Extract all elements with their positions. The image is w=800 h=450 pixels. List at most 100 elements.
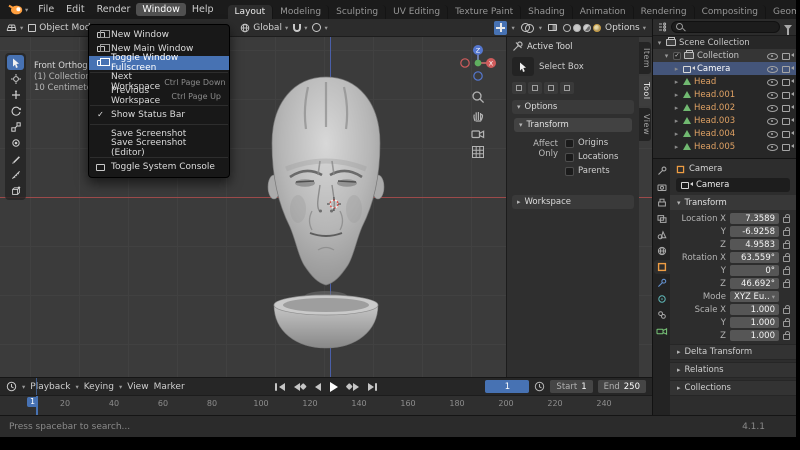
tool-measure-button[interactable]: [7, 167, 24, 182]
tab-physics-properties[interactable]: [654, 292, 670, 306]
scale-x-field[interactable]: 1.000: [730, 304, 779, 315]
breadcrumb-object-name[interactable]: Camera: [689, 164, 722, 174]
filter-icon[interactable]: [784, 24, 792, 35]
end-frame-field[interactable]: End 250: [597, 380, 646, 393]
outliner-row-head-003[interactable]: Head.003: [653, 114, 796, 127]
tab-compositing[interactable]: Compositing: [695, 5, 767, 19]
outliner-row-head-005[interactable]: Head.005: [653, 140, 796, 153]
lock-icon[interactable]: [783, 252, 790, 262]
lock-icon[interactable]: [783, 304, 790, 314]
disclosure-triangle[interactable]: [673, 77, 680, 87]
outliner-row-head[interactable]: Head: [653, 75, 796, 88]
collections-panel-header[interactable]: Collections: [670, 380, 796, 396]
disable-render-icon[interactable]: [782, 91, 794, 99]
zoom-icon[interactable]: [471, 90, 485, 104]
hide-viewport-icon[interactable]: [767, 51, 778, 60]
tool-rotate-button[interactable]: [7, 103, 24, 118]
disable-render-icon[interactable]: [782, 65, 794, 73]
scale-z-field[interactable]: 1.000: [730, 330, 779, 341]
tab-tool[interactable]: Tool: [639, 76, 651, 106]
lock-icon[interactable]: [783, 278, 790, 288]
tool-add-primitive-button[interactable]: [7, 183, 24, 198]
menu-render[interactable]: Render: [91, 3, 137, 16]
proportional-editing-button[interactable]: [312, 23, 327, 33]
tab-world-properties[interactable]: [654, 244, 670, 258]
select-mode-set-button[interactable]: [512, 82, 526, 94]
tab-constraint-properties[interactable]: [654, 308, 670, 322]
disclosure-triangle[interactable]: [673, 103, 680, 113]
tool-scale-button[interactable]: [7, 119, 24, 134]
disclosure-triangle[interactable]: [673, 90, 680, 100]
tab-item[interactable]: Item: [639, 42, 651, 75]
tab-layout[interactable]: Layout: [227, 5, 274, 19]
snap-toggle-button[interactable]: [293, 23, 307, 33]
tool-select-box-button[interactable]: [7, 55, 24, 70]
disable-render-icon[interactable]: [782, 52, 794, 60]
playhead[interactable]: 1: [27, 396, 39, 415]
rotation-z-field[interactable]: 46.692°: [730, 278, 779, 289]
outliner-row-scene-collection[interactable]: Scene Collection: [653, 36, 796, 49]
select-mode-subtract-button[interactable]: [544, 82, 558, 94]
hide-viewport-icon[interactable]: [767, 142, 778, 151]
tab-geometry-nodes[interactable]: Geomet: [766, 5, 796, 19]
timeline-ruler[interactable]: 20 40 60 80 100 120 140 160 180 200 220 …: [0, 395, 652, 415]
tool-annotate-button[interactable]: [7, 151, 24, 166]
pan-hand-icon[interactable]: [471, 109, 485, 123]
tab-output-properties[interactable]: [654, 196, 670, 210]
next-keyframe-button[interactable]: [344, 381, 362, 393]
rotation-y-field[interactable]: 0°: [730, 265, 779, 276]
shading-material-button[interactable]: [583, 23, 591, 32]
tab-object-properties[interactable]: [653, 260, 670, 274]
select-mode-extend-button[interactable]: [528, 82, 542, 94]
workspace-panel-header[interactable]: Workspace: [512, 195, 634, 209]
current-frame-field[interactable]: 1: [485, 380, 530, 393]
active-tool-selector[interactable]: Select Box: [512, 57, 634, 76]
menu-item-new-window[interactable]: New Window: [89, 28, 229, 42]
prev-keyframe-button[interactable]: [291, 381, 309, 393]
tab-modifier-properties[interactable]: [654, 276, 670, 290]
relations-panel-header[interactable]: Relations: [670, 362, 796, 378]
tab-tool-properties[interactable]: [654, 164, 670, 178]
tool-cursor-button[interactable]: [7, 71, 24, 86]
collection-checkbox[interactable]: [673, 51, 681, 60]
tab-view[interactable]: View: [639, 107, 651, 141]
tab-render-properties[interactable]: [654, 180, 670, 194]
tool-move-button[interactable]: [7, 87, 24, 102]
camera-view-icon[interactable]: [471, 128, 485, 140]
overlays-toggle-button[interactable]: [519, 21, 535, 35]
blender-logo-menu[interactable]: [4, 4, 32, 15]
checkbox[interactable]: [565, 152, 574, 162]
outliner-editor-icon[interactable]: [657, 22, 667, 32]
start-frame-field[interactable]: Start 1: [550, 380, 593, 393]
menu-view[interactable]: View: [127, 382, 148, 392]
menu-item-save-screenshot-editor[interactable]: Save Screenshot (Editor): [89, 138, 229, 158]
hide-viewport-icon[interactable]: [767, 129, 778, 138]
tab-object-data-properties[interactable]: [654, 324, 670, 338]
menu-window[interactable]: Window: [136, 3, 186, 16]
disable-render-icon[interactable]: [782, 143, 794, 151]
gizmo-toggle-button[interactable]: [494, 20, 508, 35]
tool-transform-button[interactable]: [7, 135, 24, 150]
tab-rendering[interactable]: Rendering: [634, 5, 695, 19]
editor-type-button[interactable]: [6, 22, 23, 33]
play-reverse-button[interactable]: [312, 381, 324, 393]
tab-shading[interactable]: Shading: [521, 5, 573, 19]
menu-edit[interactable]: Edit: [60, 3, 90, 16]
checkbox[interactable]: [565, 138, 574, 148]
scale-y-field[interactable]: 1.000: [730, 317, 779, 328]
disclosure-triangle[interactable]: [673, 64, 680, 74]
chevron-down-icon[interactable]: [539, 23, 542, 33]
menu-item-previous-workspace[interactable]: Previous Workspace Ctrl Page Up: [89, 86, 229, 106]
hide-viewport-icon[interactable]: [767, 90, 778, 99]
tab-animation[interactable]: Animation: [573, 5, 634, 19]
transform-panel-header[interactable]: Transform: [670, 195, 796, 210]
delta-transform-panel-header[interactable]: Delta Transform: [670, 344, 796, 360]
tab-scene-properties[interactable]: [654, 228, 670, 242]
outliner-row-head-001[interactable]: Head.001: [653, 88, 796, 101]
sculpted-head-model[interactable]: [246, 69, 406, 364]
tab-uv-editing[interactable]: UV Editing: [386, 5, 449, 19]
tab-sculpting[interactable]: Sculpting: [329, 5, 387, 19]
outliner-row-camera[interactable]: Camera: [653, 62, 796, 75]
outliner-search-box[interactable]: [671, 21, 780, 33]
transform-orientation-dropdown[interactable]: Global: [240, 23, 288, 33]
